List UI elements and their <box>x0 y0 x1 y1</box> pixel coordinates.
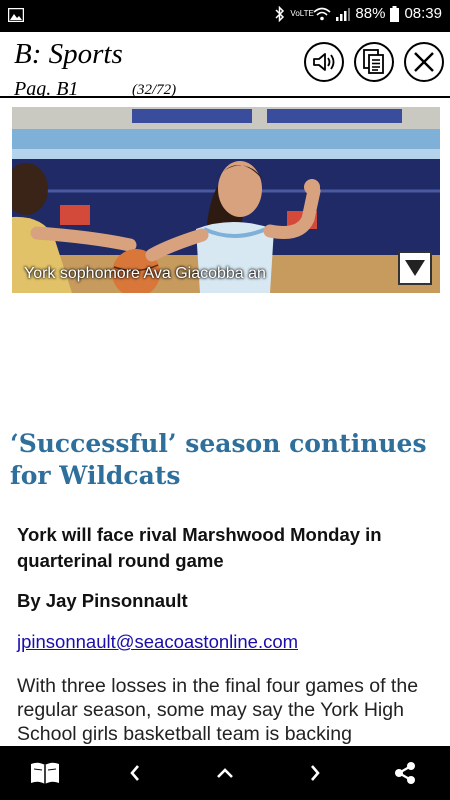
article-byline: By Jay Pinsonnault <box>17 590 188 611</box>
battery-percent: 88% <box>355 5 386 22</box>
chevron-right-icon <box>311 765 320 781</box>
previous-page-button[interactable] <box>120 760 150 786</box>
image-icon <box>8 8 24 22</box>
chevron-up-icon <box>217 768 233 778</box>
text-mode-button[interactable] <box>354 42 394 82</box>
close-button[interactable] <box>404 42 444 82</box>
volte-label: VoLTE <box>290 8 314 18</box>
article-body: With three losses in the final four game… <box>17 675 419 745</box>
caption-expand-button[interactable] <box>398 251 432 285</box>
page-label: Pag. B1 <box>14 78 79 98</box>
author-email-link[interactable]: jpinsonnault@seacoastonline.com <box>17 631 298 653</box>
status-bar: VoLTE 88% 08:39 <box>0 0 450 32</box>
close-icon <box>414 52 434 72</box>
bluetooth-icon <box>275 5 285 22</box>
text-document-icon <box>363 49 384 74</box>
share-button[interactable] <box>390 760 420 786</box>
share-icon <box>395 762 415 784</box>
battery-icon <box>390 5 400 22</box>
article-subhead: York will face rival Marshwood Monday in… <box>17 524 382 571</box>
signal-icon <box>336 7 351 21</box>
edition-header: B: Sports Pag. B1 (32/72) <box>0 32 450 98</box>
book-icon <box>31 762 59 784</box>
article-headline: ‘Successful’ season continues for Wildca… <box>10 429 427 490</box>
article-photo[interactable]: York sophomore Ava Giacobba an <box>12 107 440 293</box>
speaker-icon <box>313 53 335 71</box>
library-button[interactable] <box>30 760 60 786</box>
triangle-down-icon <box>405 260 425 276</box>
bottom-nav-bar <box>0 746 450 800</box>
next-page-button[interactable] <box>300 760 330 786</box>
chevron-left-icon <box>130 765 139 781</box>
wifi-icon <box>313 7 331 20</box>
page-up-button[interactable] <box>210 760 240 786</box>
audio-button[interactable] <box>304 42 344 82</box>
section-title: B: Sports <box>14 38 123 70</box>
photo-caption: York sophomore Ava Giacobba an <box>24 265 266 282</box>
page-count: (32/72) <box>132 82 177 98</box>
clock: 08:39 <box>404 5 442 22</box>
